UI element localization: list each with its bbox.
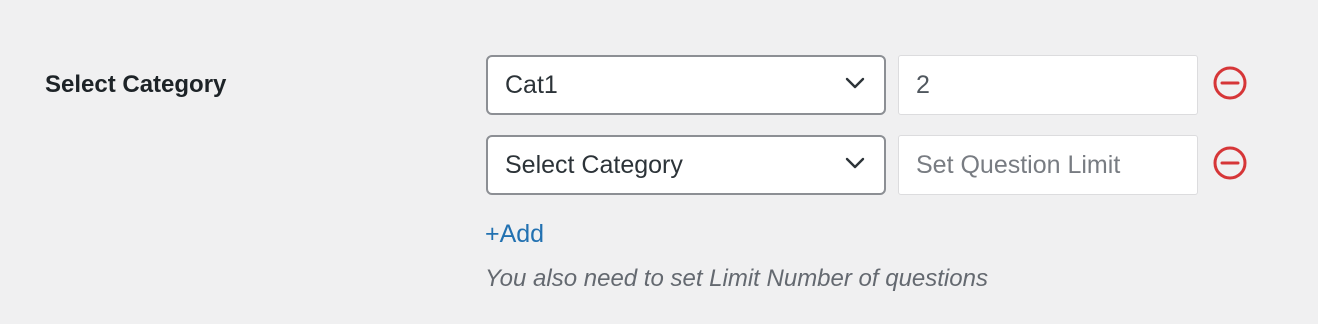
select-category-label: Select Category [45, 71, 227, 98]
category-select[interactable]: Select Category [486, 135, 886, 195]
minus-circle-icon [1212, 65, 1248, 106]
chevron-down-icon [844, 152, 866, 174]
category-row: Cat1 [486, 55, 1249, 115]
remove-row-button[interactable] [1211, 66, 1249, 104]
remove-row-button[interactable] [1211, 146, 1249, 184]
category-row: Select Category [486, 135, 1249, 195]
category-select-value: Select Category [505, 150, 683, 179]
category-rows: Cat1 Select Category [486, 55, 1249, 215]
minus-circle-icon [1212, 145, 1248, 186]
question-limit-input[interactable] [898, 135, 1198, 195]
question-limit-input[interactable] [898, 55, 1198, 115]
chevron-down-icon [844, 72, 866, 94]
limit-hint-text: You also need to set Limit Number of que… [485, 265, 988, 292]
add-category-link[interactable]: +Add [485, 219, 544, 249]
category-select-value: Cat1 [505, 70, 558, 99]
category-select[interactable]: Cat1 [486, 55, 886, 115]
category-settings-row: Select Category Cat1 2 Select Category S… [0, 0, 1318, 324]
